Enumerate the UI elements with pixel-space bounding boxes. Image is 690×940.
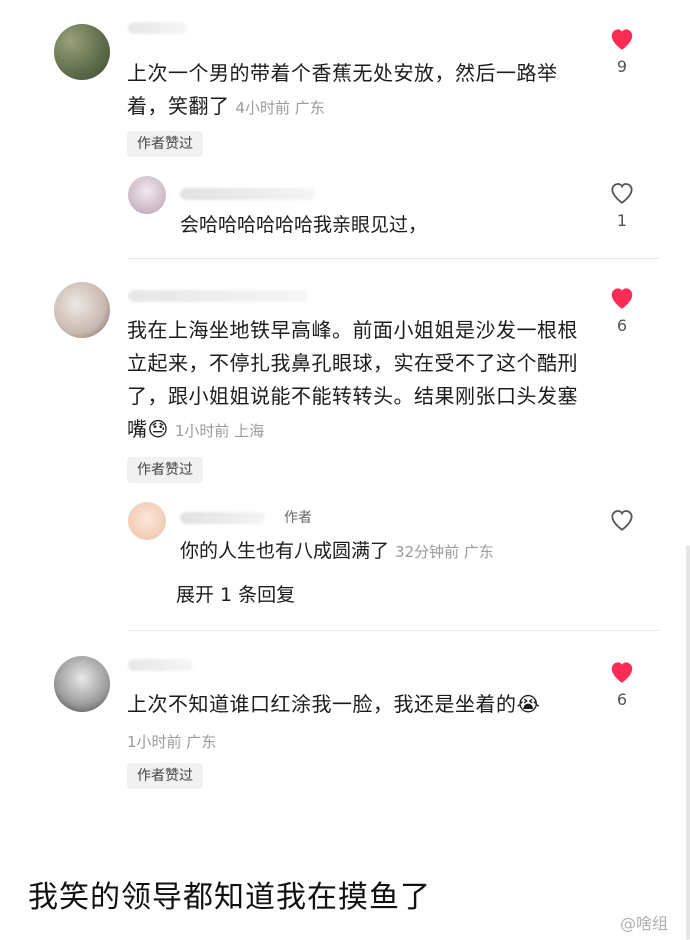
heart-filled-icon <box>611 662 633 683</box>
comment-text: 上次不知道谁口红涂我一脸，我还是坐着的😭 <box>127 688 587 721</box>
like-button[interactable]: 6 <box>602 285 642 335</box>
divider <box>127 630 660 631</box>
author-liked-chip: 作者赞过 <box>127 131 203 157</box>
reply-like-button[interactable]: 1 <box>602 180 642 230</box>
comment-text: 上次一个男的带着个香蕉无处安放，然后一路举着，笑翻了 4小时前 广东 <box>127 57 587 125</box>
comment-meta: 1小时前 广东 <box>127 733 217 751</box>
reply-text: 你的人生也有八成圆满了 32分钟前 广东 <box>180 536 494 567</box>
author-liked-chip: 作者赞过 <box>127 457 203 483</box>
avatar[interactable] <box>54 24 110 80</box>
username-blurred[interactable] <box>128 290 308 302</box>
comment-meta-line: 1小时前 广东 <box>127 724 587 759</box>
comment-body: 上次一个男的带着个香蕉无处安放，然后一路举着，笑翻了 <box>127 61 558 118</box>
like-count: 6 <box>616 316 628 335</box>
caption: 我笑的领导都知道我在摸鱼了 <box>28 880 431 915</box>
heart-outline-icon <box>611 510 633 531</box>
avatar[interactable] <box>54 656 110 712</box>
scrollbar[interactable] <box>686 545 690 940</box>
username-blurred[interactable] <box>128 659 193 671</box>
reply-like-button[interactable] <box>602 507 642 532</box>
author-tag: 作者 <box>284 510 312 526</box>
reply-text: 会哈哈哈哈哈哈我亲眼见过， <box>180 214 428 236</box>
like-button[interactable]: 6 <box>602 659 642 709</box>
divider <box>127 258 660 259</box>
expand-replies-link[interactable]: 展开 1 条回复 <box>176 580 295 607</box>
comment-meta: 1小时前 上海 <box>174 422 265 440</box>
reply-username-blurred[interactable] <box>180 512 265 524</box>
reply-username-blurred[interactable] <box>180 188 315 200</box>
like-count: 9 <box>616 57 628 76</box>
reply-body: 你的人生也有八成圆满了 <box>180 540 390 562</box>
comment-body: 上次不知道谁口红涂我一脸，我还是坐着的😭 <box>127 692 541 716</box>
comment-meta: 4小时前 广东 <box>235 99 325 117</box>
author-liked-chip: 作者赞过 <box>127 763 203 789</box>
comment-text: 我在上海坐地铁早高峰。前面小姐姐是沙发一根根立起来，不停扎我鼻孔眼球，实在受不了… <box>127 314 587 448</box>
reply-meta: 32分钟前 广东 <box>395 543 494 561</box>
reply-avatar[interactable] <box>128 176 166 214</box>
reply-avatar[interactable] <box>128 502 166 540</box>
heart-filled-icon <box>611 29 633 50</box>
heart-outline-icon <box>611 183 633 204</box>
heart-filled-icon <box>611 288 633 309</box>
like-count: 6 <box>616 690 628 709</box>
username-blurred[interactable] <box>128 22 188 34</box>
watermark: @啥组 <box>619 914 668 933</box>
reply-like-count: 1 <box>616 211 628 230</box>
like-button[interactable]: 9 <box>602 26 642 76</box>
avatar[interactable] <box>54 282 110 338</box>
